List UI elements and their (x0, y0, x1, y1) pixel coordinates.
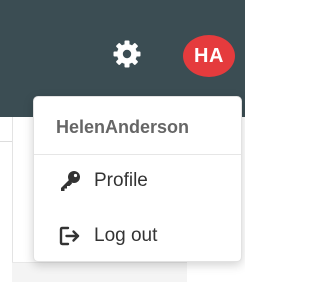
content-panel (12, 262, 187, 282)
logout-icon (58, 225, 82, 247)
avatar-initials: HA (194, 44, 224, 67)
dropdown-username: HelenAnderson (56, 117, 190, 137)
user-dropdown-menu: HelenAnderson Profile Log out (33, 96, 242, 262)
menu-item-profile[interactable]: Profile (34, 161, 241, 201)
menu-item-label: Log out (94, 225, 158, 246)
menu-item-logout[interactable]: Log out (34, 216, 241, 256)
key-icon (58, 170, 82, 192)
sidebar-divider (0, 141, 12, 142)
dropdown-divider (34, 154, 241, 155)
app-window: HA HelenAnderson Profile Log out (0, 0, 245, 282)
user-avatar-button[interactable]: HA (183, 35, 235, 77)
menu-item-label: Profile (94, 170, 148, 191)
right-strip (187, 262, 245, 282)
sidebar-edge (0, 117, 13, 282)
gear-icon[interactable] (111, 38, 143, 70)
